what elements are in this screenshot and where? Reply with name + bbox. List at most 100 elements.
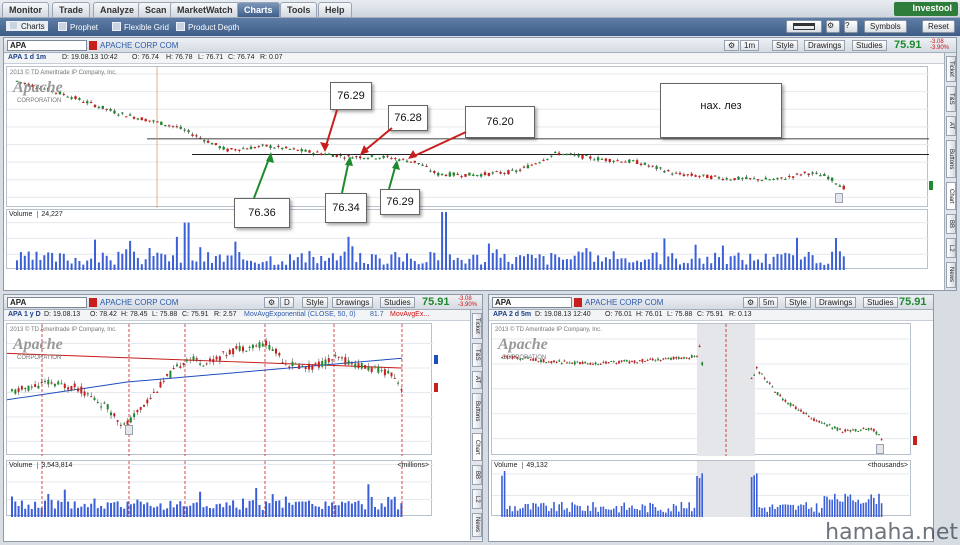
candle-body [34, 384, 37, 387]
daily-symbol-input[interactable]: APA [7, 297, 87, 308]
layout-grid-button[interactable] [786, 20, 822, 33]
candle-body [121, 112, 124, 114]
side-tab-buttons[interactable]: Buttons [946, 140, 956, 178]
brand-investool[interactable]: Investool [894, 2, 958, 16]
daily-side-tab-chart[interactable]: Chart [472, 433, 482, 461]
intraday-symbol-input[interactable]: APA [492, 297, 572, 308]
volume-bar [529, 509, 532, 517]
main-link-icon[interactable] [89, 41, 97, 50]
main-settings-icon[interactable]: ⚙ [724, 40, 740, 51]
prophet-icon [58, 22, 67, 31]
intraday-price-plot[interactable]: 2013 © TD Ameritrade IP Company, Inc. Ap… [491, 323, 912, 456]
side-tab-chart[interactable]: Chart [946, 182, 956, 210]
side-tab-ts[interactable]: T&S [946, 86, 956, 112]
help-button[interactable]: ? [844, 20, 858, 33]
candle-body [649, 358, 652, 360]
candle-body [214, 143, 218, 145]
reset-button[interactable]: Reset [922, 20, 955, 33]
main-studies-button[interactable]: Studies [852, 40, 887, 51]
volume-bar [499, 257, 502, 270]
candle-body [753, 374, 756, 376]
tab-charts[interactable]: Charts [237, 2, 280, 17]
tab-monitor[interactable]: Monitor [2, 2, 49, 17]
daily-drawings-button[interactable]: Drawings [332, 297, 374, 308]
main-style-button[interactable]: Style [772, 40, 798, 51]
daily-link-icon[interactable] [89, 298, 97, 307]
candle-body [495, 171, 498, 173]
candle-body [818, 420, 821, 423]
daily-side-tab-ticket[interactable]: Ticket [472, 313, 482, 339]
main-volume-title: Volume [9, 211, 33, 218]
daily-side-tab-buttons[interactable]: Buttons [472, 393, 482, 429]
main-drawings-button[interactable]: Drawings [804, 40, 846, 51]
intraday-drawings-button[interactable]: Drawings [815, 297, 857, 308]
volume-bar [110, 502, 112, 517]
daily-side-tab-at[interactable]: AT [472, 371, 482, 389]
daily-settings-icon[interactable]: ⚙ [264, 297, 280, 308]
intraday-studies-button[interactable]: Studies [863, 297, 898, 308]
subtab-prophet[interactable]: Prophet [58, 22, 98, 32]
daily-price-plot[interactable]: 2013 © TD Ameritrade IP Company, Inc. Ap… [6, 323, 433, 456]
daily-period-button[interactable]: D [280, 297, 294, 308]
tab-trade[interactable]: Trade [52, 2, 91, 17]
symbols-button[interactable]: Symbols [864, 20, 907, 33]
candle-body [878, 434, 880, 436]
main-quote-low: L: 76.71 [198, 54, 224, 61]
tab-help[interactable]: Help [318, 2, 352, 17]
intraday-link-icon[interactable] [574, 298, 582, 307]
intraday-settings-icon[interactable]: ⚙ [743, 297, 759, 308]
volume-bar [779, 504, 781, 517]
volume-bar [261, 262, 264, 270]
main-quote-close: C: 76.74 [228, 54, 255, 61]
candle-body [758, 372, 761, 374]
side-tab-bb[interactable]: BB [946, 214, 956, 234]
daily-side-tab-l2[interactable]: L2 [472, 489, 482, 509]
daily-style-button[interactable]: Style [302, 297, 328, 308]
candle-body [316, 151, 319, 153]
candle-body [215, 356, 218, 360]
tab-scan[interactable]: Scan [138, 2, 174, 17]
volume-bar [842, 256, 845, 270]
tab-analyze[interactable]: Analyze [93, 2, 142, 17]
candle-body [192, 356, 195, 361]
side-tab-news[interactable]: News [946, 262, 956, 288]
intraday-volume-plot[interactable]: Volume 49,132 <thousands> [491, 460, 912, 517]
main-symbol-input[interactable]: APA [7, 40, 87, 51]
candle-body [156, 121, 159, 123]
volume-bar [835, 238, 837, 270]
main-volume-plot[interactable]: Volume 24,227 [6, 209, 929, 270]
volume-bar [491, 252, 494, 270]
candle-body [694, 175, 697, 177]
volume-bar [261, 509, 264, 517]
side-tab-at[interactable]: AT [946, 116, 956, 136]
volume-bar [644, 505, 646, 517]
intraday-style-button[interactable]: Style [785, 297, 811, 308]
candle-body [334, 354, 337, 356]
link-button[interactable]: ⚙ [826, 20, 840, 33]
daily-studies-button[interactable]: Studies [380, 297, 415, 308]
main-period-button[interactable]: 1m [740, 40, 760, 51]
candle-body [89, 101, 93, 103]
daily-side-tab-news[interactable]: News [472, 513, 482, 537]
tab-marketwatch[interactable]: MarketWatch [170, 2, 240, 17]
candle-body [245, 148, 249, 150]
volume-bar [211, 262, 213, 270]
volume-bar [27, 504, 30, 517]
side-tab-l2[interactable]: L2 [946, 238, 956, 258]
subtab-charts[interactable]: Charts [6, 21, 48, 31]
daily-side-tab-ts[interactable]: T&S [472, 343, 482, 367]
volume-bar [626, 509, 628, 517]
daily-side-tab-bb[interactable]: BB [472, 465, 482, 485]
daily-volume-title: Volume [9, 462, 33, 469]
candle-body [710, 175, 713, 180]
tab-tools[interactable]: Tools [280, 2, 318, 17]
intraday-period-button[interactable]: 5m [759, 297, 779, 308]
candle-body [685, 357, 688, 359]
subtab-product-depth[interactable]: Product Depth [176, 22, 239, 32]
volume-bar [421, 263, 424, 270]
candle-body [355, 156, 358, 158]
candle-body [440, 173, 444, 175]
side-tab-ticket[interactable]: Ticket [946, 56, 956, 82]
daily-volume-plot[interactable]: Volume 3,543,814 <millions> [6, 460, 433, 517]
subtab-flexible-grid[interactable]: Flexible Grid [112, 22, 169, 32]
